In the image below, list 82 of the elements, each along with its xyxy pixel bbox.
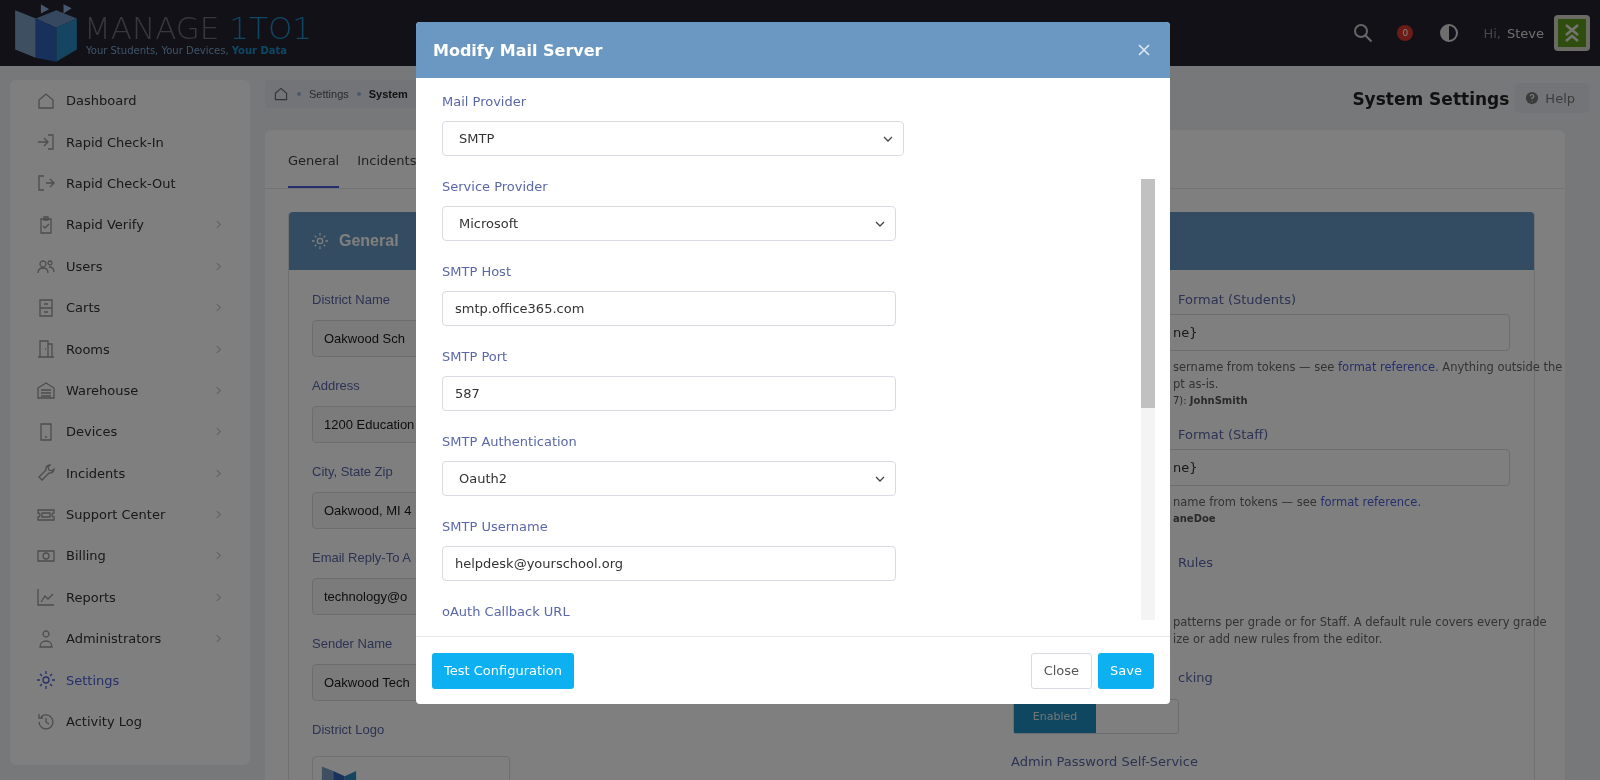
breadcrumb-item[interactable]: Settings bbox=[309, 88, 349, 100]
test-configuration-button[interactable]: Test Configuration bbox=[432, 652, 574, 689]
question-icon bbox=[1525, 91, 1540, 105]
input-field[interactable]: helpdesk@yourschool.org bbox=[442, 546, 896, 581]
field-label: Sender Name bbox=[312, 636, 393, 653]
sidebar-item[interactable]: Administrators bbox=[10, 618, 250, 660]
logo-tagline: Your Students, Your Devices, Your Data bbox=[86, 44, 289, 56]
example-text: 7): JohnSmith bbox=[1173, 395, 1248, 406]
page-title: System Settings bbox=[1352, 89, 1510, 109]
field-label: City, State Zip bbox=[312, 464, 393, 481]
sidebar-item[interactable]: Incidents bbox=[10, 452, 250, 494]
help-text: name from tokens — see format reference. bbox=[1173, 494, 1422, 511]
field-label: Address bbox=[312, 378, 360, 395]
select-field[interactable]: SMTP bbox=[442, 121, 904, 156]
sidebar-item[interactable]: Support Center bbox=[10, 493, 250, 536]
sidebar-item[interactable]: Warehouse bbox=[10, 369, 250, 412]
input-field[interactable]: 587 bbox=[442, 376, 896, 411]
example-text: aneDoe bbox=[1173, 513, 1216, 524]
avatar-icon[interactable] bbox=[1554, 15, 1590, 51]
door-icon bbox=[36, 339, 56, 360]
save-button[interactable]: Save bbox=[1098, 652, 1154, 689]
chevron-down-icon bbox=[883, 135, 893, 142]
sidebar-item[interactable]: Dashboard bbox=[10, 80, 250, 122]
select-field[interactable]: Microsoft bbox=[442, 206, 896, 241]
field-label: cking bbox=[1178, 670, 1213, 687]
tab[interactable]: Incidents bbox=[357, 130, 417, 188]
field-label: Format (Staff) bbox=[1178, 427, 1269, 444]
select-field[interactable]: Oauth2 bbox=[442, 461, 896, 496]
settings-icon bbox=[311, 232, 329, 250]
field-label: District Logo bbox=[312, 722, 385, 739]
field-label: Rules bbox=[1178, 555, 1214, 572]
contrast-icon[interactable] bbox=[1439, 23, 1460, 43]
modal-title: Modify Mail Server bbox=[433, 40, 603, 60]
field-label: Mail Provider bbox=[442, 94, 528, 111]
field-label: Format (Students) bbox=[1178, 292, 1297, 309]
sidebar-item[interactable]: Rapid Check-Out bbox=[10, 162, 250, 205]
breadcrumb-item: System bbox=[368, 88, 408, 100]
tab[interactable]: General bbox=[288, 130, 340, 188]
chevron-down-icon bbox=[875, 475, 885, 482]
field-label: Service Provider bbox=[442, 179, 549, 196]
chevron-down-icon bbox=[875, 220, 885, 227]
warehouse-icon bbox=[36, 380, 56, 401]
help-text: ize or add new rules from the editor. bbox=[1173, 631, 1383, 648]
sidebar-item[interactable]: Devices bbox=[10, 411, 250, 453]
sidebar-item[interactable]: Users bbox=[10, 245, 250, 287]
section-title: General bbox=[339, 232, 399, 250]
home-icon[interactable] bbox=[273, 86, 289, 102]
sidebar-item[interactable]: Rapid Check-In bbox=[10, 121, 250, 163]
format-reference-link[interactable]: format reference bbox=[1338, 360, 1435, 374]
search-icon[interactable] bbox=[1353, 23, 1374, 43]
close-button[interactable]: Close bbox=[1030, 652, 1093, 689]
field-label: Admin Password Self-Service bbox=[1011, 754, 1198, 771]
field-label: oAuth Callback URL bbox=[442, 604, 571, 621]
help-text: pt as-is. bbox=[1173, 376, 1219, 393]
sidebar-item[interactable]: Reports bbox=[10, 576, 250, 619]
help-text: patterns per grade or for Staff. A default rule covers every grade bbox=[1173, 614, 1547, 631]
sidebar-item[interactable]: Activity Log bbox=[10, 700, 250, 743]
field-label: SMTP Host bbox=[442, 264, 512, 281]
sign-out-icon bbox=[36, 173, 56, 194]
sidebar-item[interactable]: Settings bbox=[10, 659, 250, 701]
scrollbar-thumb[interactable] bbox=[1141, 179, 1155, 408]
cabinet-icon bbox=[36, 297, 56, 318]
sidebar-item[interactable]: Rapid Verify bbox=[10, 204, 250, 246]
sign-in-icon bbox=[36, 132, 56, 153]
sidebar-item[interactable]: Billing bbox=[10, 535, 250, 577]
field-label: SMTP Username bbox=[442, 519, 549, 536]
field-label: SMTP Authentication bbox=[442, 434, 578, 451]
close-icon[interactable] bbox=[1138, 44, 1150, 56]
help-text: sername from tokens — see format reference. Anything outside the bbox=[1173, 359, 1563, 376]
help-button[interactable]: Help bbox=[1515, 83, 1589, 113]
notification-badge[interactable]: 0 bbox=[1397, 25, 1414, 41]
chart-icon bbox=[36, 587, 56, 608]
person-icon bbox=[36, 628, 56, 649]
user-name[interactable]: Steve bbox=[1506, 25, 1544, 41]
sidebar-item[interactable]: Carts bbox=[10, 286, 250, 329]
field-label: SMTP Port bbox=[442, 349, 509, 366]
field-label: District Name bbox=[312, 292, 390, 309]
field-label: Email Reply-To A bbox=[312, 550, 411, 567]
settings-icon bbox=[36, 670, 56, 691]
input-field[interactable]: smtp.office365.com bbox=[442, 291, 896, 326]
history-icon bbox=[36, 711, 56, 732]
sidebar-item[interactable]: Rooms bbox=[10, 328, 250, 370]
